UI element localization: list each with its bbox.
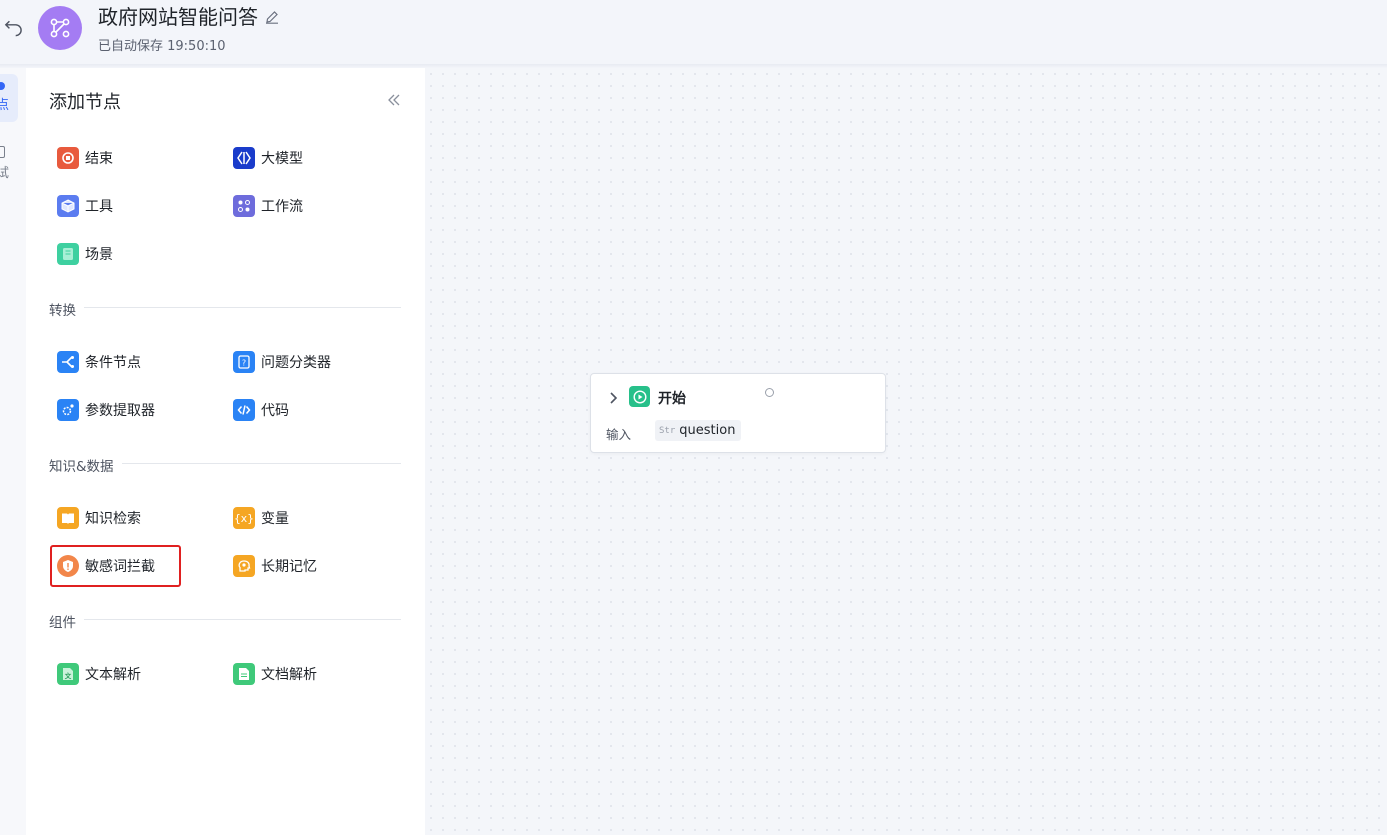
pencil-icon[interactable] — [265, 9, 279, 24]
node-scene[interactable]: 场景 — [57, 234, 113, 274]
llm-icon — [233, 147, 255, 169]
node-condition[interactable]: 条件节点 — [57, 342, 141, 382]
rail-debug-icon — [0, 146, 5, 158]
undo-icon[interactable] — [2, 16, 24, 40]
node-question-classifier-label: 问题分类器 — [261, 355, 331, 371]
rail-tab-debug-label[interactable]: 试 — [0, 162, 9, 181]
node-variable-label: 变量 — [261, 511, 289, 527]
node-question-classifier[interactable]: ? 问题分类器 — [233, 342, 331, 382]
add-node-panel: 添加节点 结束 大模型 工具 工作流 场景 转换 条件节点 ? 问题分类器 参数… — [26, 68, 425, 835]
svg-text:文: 文 — [64, 671, 72, 680]
svg-text:?: ? — [242, 359, 246, 368]
workflow-canvas[interactable]: 开始 输入 Str question — [425, 68, 1387, 835]
node-tool[interactable]: 工具 — [57, 186, 113, 226]
start-node-title: 开始 — [658, 391, 686, 407]
section-knowledge-label: 知识&数据 — [49, 455, 122, 475]
input-variable-chip: Str question — [655, 420, 742, 441]
app-title: 政府网站智能问答 — [98, 5, 258, 29]
left-rail: 点 试 — [0, 68, 26, 835]
string-type-icon: Str — [659, 425, 676, 436]
double-chevron-left-icon[interactable] — [386, 92, 402, 108]
node-knowledge-retrieval-label: 知识检索 — [85, 511, 141, 527]
code-icon — [233, 399, 255, 421]
cube-icon — [57, 195, 79, 217]
scene-icon — [57, 243, 79, 265]
workflow-icon — [38, 6, 82, 50]
book-icon — [57, 507, 79, 529]
input-variable-name: question — [679, 423, 736, 438]
node-doc-parse[interactable]: 文档解析 — [233, 654, 317, 694]
node-end[interactable]: 结束 — [57, 138, 113, 178]
node-scene-label: 场景 — [85, 247, 113, 263]
node-long-term-memory[interactable]: 长期记忆 — [233, 546, 317, 586]
save-status: 已自动保存 19:50:10 — [98, 39, 226, 54]
variable-icon: {x} — [233, 507, 255, 529]
section-divider — [49, 307, 401, 308]
node-text-parse[interactable]: 文 文本解析 — [57, 654, 141, 694]
section-components-label: 组件 — [49, 611, 84, 631]
classifier-icon: ? — [233, 351, 255, 373]
node-doc-parse-label: 文档解析 — [261, 667, 317, 683]
doc-parse-icon — [233, 663, 255, 685]
node-knowledge-retrieval[interactable]: 知识检索 — [57, 498, 141, 538]
node-text-parse-label: 文本解析 — [85, 667, 141, 683]
text-parse-icon: 文 — [57, 663, 79, 685]
node-workflow-label: 工作流 — [261, 199, 303, 215]
branch-icon — [57, 351, 79, 373]
node-variable[interactable]: {x} 变量 — [233, 498, 289, 538]
output-port[interactable] — [765, 388, 774, 397]
memory-icon — [233, 555, 255, 577]
start-node-input-label: 输入 — [606, 427, 632, 442]
start-node[interactable]: 开始 输入 Str question — [590, 373, 886, 453]
rail-tab-nodes-label[interactable]: 点 — [0, 94, 9, 113]
flow-icon — [233, 195, 255, 217]
chevron-right-icon[interactable] — [608, 390, 620, 404]
node-workflow[interactable]: 工作流 — [233, 186, 303, 226]
node-llm-label: 大模型 — [261, 151, 303, 167]
node-long-term-memory-label: 长期记忆 — [261, 559, 317, 575]
selection-highlight — [50, 545, 181, 587]
play-icon — [629, 386, 650, 407]
node-tool-label: 工具 — [85, 199, 113, 215]
node-end-label: 结束 — [85, 151, 113, 167]
panel-title: 添加节点 — [49, 92, 121, 113]
extract-icon — [57, 399, 79, 421]
node-code-label: 代码 — [261, 403, 289, 419]
node-code[interactable]: 代码 — [233, 390, 289, 430]
stop-icon — [57, 147, 79, 169]
section-transform-label: 转换 — [49, 299, 84, 319]
header: 政府网站智能问答 已自动保存 19:50:10 — [0, 0, 1387, 66]
node-llm[interactable]: 大模型 — [233, 138, 303, 178]
node-param-extractor[interactable]: 参数提取器 — [57, 390, 155, 430]
node-condition-label: 条件节点 — [85, 355, 141, 371]
section-divider — [49, 619, 401, 620]
node-param-extractor-label: 参数提取器 — [85, 403, 155, 419]
